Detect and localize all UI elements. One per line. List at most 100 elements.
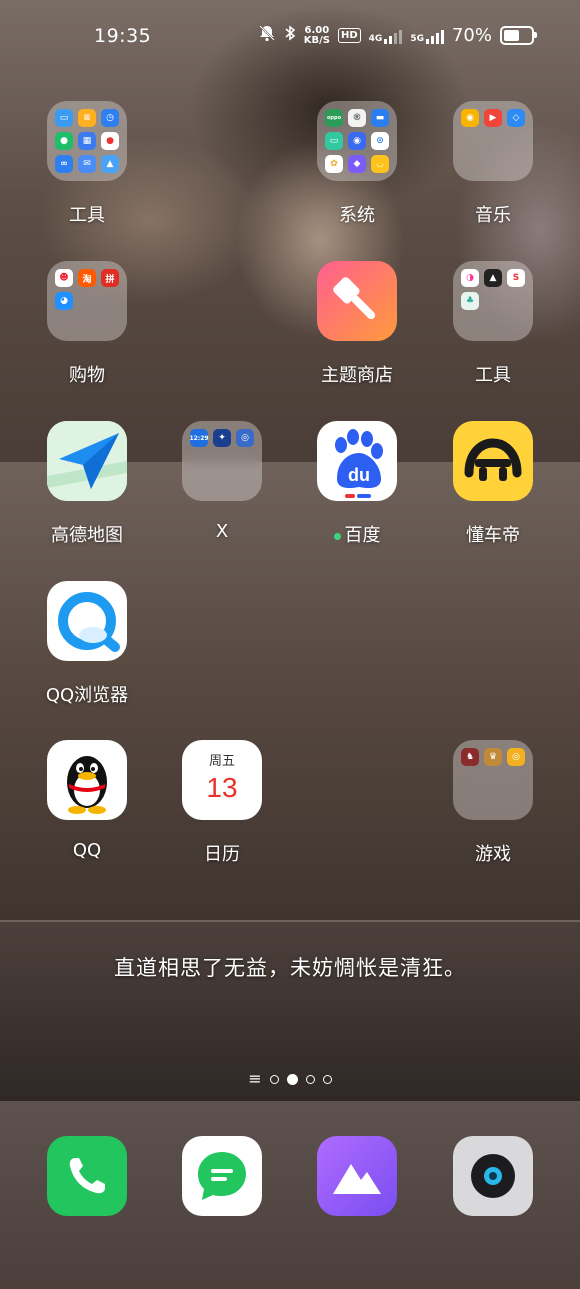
baidu-icon: du [317,421,397,501]
baidu-du-text: du [348,465,370,485]
sim1-signal-icon: 4G [369,28,403,44]
folder-music-icon: ◉ ▶ ◇ [453,101,533,181]
app-label: 主题商店 [321,365,393,386]
mini-app-market-icon: ▭ [325,132,343,150]
mini-photos-icon: ✿ [325,155,343,173]
mini-chat-icon: ◉ [348,132,366,150]
app-label: 工具 [475,365,511,386]
hd-voice-badge: HD [338,28,361,43]
mini-pinduoduo-icon: 拼 [101,269,119,287]
mini-clock-widget-icon: 12:29 [189,429,209,447]
mini-find-phone-icon: ⊙ [371,132,389,150]
sim2-signal-icon: 5G [410,28,444,44]
folder-system[interactable]: oppo ® ▬ ▭ ◉ ⊙ ✿ ◆ ◡ 系统 [297,101,417,227]
dock-gallery[interactable] [317,1136,397,1216]
folder-system-icon: oppo ® ▬ ▭ ◉ ⊙ ✿ ◆ ◡ [317,101,397,181]
calendar-icon: 周五 13 [182,740,262,820]
page-dot-active[interactable] [286,1073,298,1085]
mini-badge-icon: ✦ [213,429,231,447]
app-label: 音乐 [475,205,511,226]
messages-icon [198,1152,246,1200]
network-speed-value: 6.00 [304,24,330,36]
mini-mascot-icon: ☻ [55,269,73,287]
app-label: QQ浏览器 [45,685,129,706]
theme-store-icon [317,261,397,341]
mute-notification-icon [258,24,276,47]
folder-shopping[interactable]: ☻ 淘 拼 ◕ 购物 [27,261,147,387]
mini-notes-icon: ≡ [78,109,96,127]
mini-cloud-icon: ▲ [101,155,119,173]
calendar-weekday: 周五 [208,754,235,769]
bluetooth-icon [284,24,296,47]
app-dongchedi[interactable]: 懂车帝 [433,421,553,547]
dock-phone[interactable] [47,1136,127,1216]
folder-x-icon: 12:29 ✦ ◎ [182,421,262,501]
camera-icon [471,1154,515,1198]
page-dot[interactable] [322,1074,332,1084]
mini-game-1-icon: ♞ [461,748,479,766]
app-baidu[interactable]: du 百度 [297,421,417,547]
mini-oppo-icon: oppo [325,109,343,127]
new-update-dot-icon [333,532,341,540]
mini-robot-icon: ◕ [55,292,73,310]
app-qq[interactable]: QQ [27,740,147,861]
wallpaper-panel-top [0,0,580,462]
mini-tree-icon: ♣ [461,292,479,310]
mini-contacts-icon: ● [55,132,73,150]
network-speed: 6.00 KB/S [303,24,330,46]
mini-s-icon: S [507,269,525,287]
app-amap[interactable]: 高德地图 [27,421,147,547]
app-theme-store[interactable]: 主题商店 [297,261,417,387]
mini-mail-icon: ✉ [78,155,96,173]
app-label: 游戏 [475,844,511,865]
mini-game-3-icon: ◎ [507,748,525,766]
mini-game-center-icon: ◆ [348,155,366,173]
status-bar: 19:35 6.00 KB/S HD 4G 5G 70% [0,22,580,52]
app-label: 日历 [204,844,240,865]
folder-music[interactable]: ◉ ▶ ◇ 音乐 [433,101,553,227]
app-label: 懂车帝 [466,525,520,546]
network-speed-unit: KB/S [303,34,330,46]
battery-icon [500,26,537,45]
app-calendar[interactable]: 周五 13 日历 [162,740,282,866]
page-dot[interactable] [269,1074,279,1084]
mini-emblem-icon: ◎ [236,429,254,447]
sim2-network-type: 5G [410,33,424,44]
folder-tools-2[interactable]: ◑ ▲ S ♣ 工具 [433,261,553,387]
qq-penguin-icon [47,740,127,820]
gallery-icon [333,1164,381,1194]
folder-games[interactable]: ♞ ♛ ◎ 游戏 [433,740,553,866]
dock-camera[interactable] [453,1136,533,1216]
app-label: 工具 [69,205,105,226]
folder-shopping-icon: ☻ 淘 拼 ◕ [47,261,127,341]
page-dot[interactable] [305,1074,315,1084]
folder-tools-2-icon: ◑ ▲ S ♣ [453,261,533,341]
calendar-day: 13 [206,772,238,803]
app-qq-browser[interactable]: QQ浏览器 [27,581,147,707]
mini-assistant-icon: ◡ [371,155,389,173]
baidu-label-text: 百度 [344,525,381,546]
app-label: QQ [72,840,102,861]
mini-files-icon: ▭ [55,109,73,127]
dock-messages[interactable] [182,1136,262,1216]
mini-shield-icon: ◇ [507,109,525,127]
qq-browser-icon [47,581,127,661]
amap-icon [47,421,127,501]
app-label: 高德地图 [51,525,123,546]
folder-tools[interactable]: ▭ ≡ ◷ ● ▦ ● ∞ ✉ ▲ 工具 [27,101,147,227]
dongchedi-icon [453,421,533,501]
folder-x[interactable]: 12:29 ✦ ◎ X [162,421,282,542]
sim1-network-type: 4G [368,33,383,44]
app-drawer-menu-icon[interactable]: ≡ [248,1071,261,1087]
status-time: 19:35 [94,25,152,47]
mini-game-2-icon: ♛ [484,748,502,766]
app-label: 购物 [69,365,105,386]
mini-wallet-icon: ▬ [371,109,389,127]
quote-widget[interactable]: 直道相思了无益，未妨惆怅是清狂。 [0,952,580,982]
mini-arrow-icon: ▲ [484,269,502,287]
mini-video-icon: ▶ [484,109,502,127]
page-indicator[interactable]: ≡ [0,1071,580,1087]
phone-icon [69,1158,105,1194]
app-label: 百度 [297,521,417,547]
mini-loop-icon: ∞ [55,155,73,173]
